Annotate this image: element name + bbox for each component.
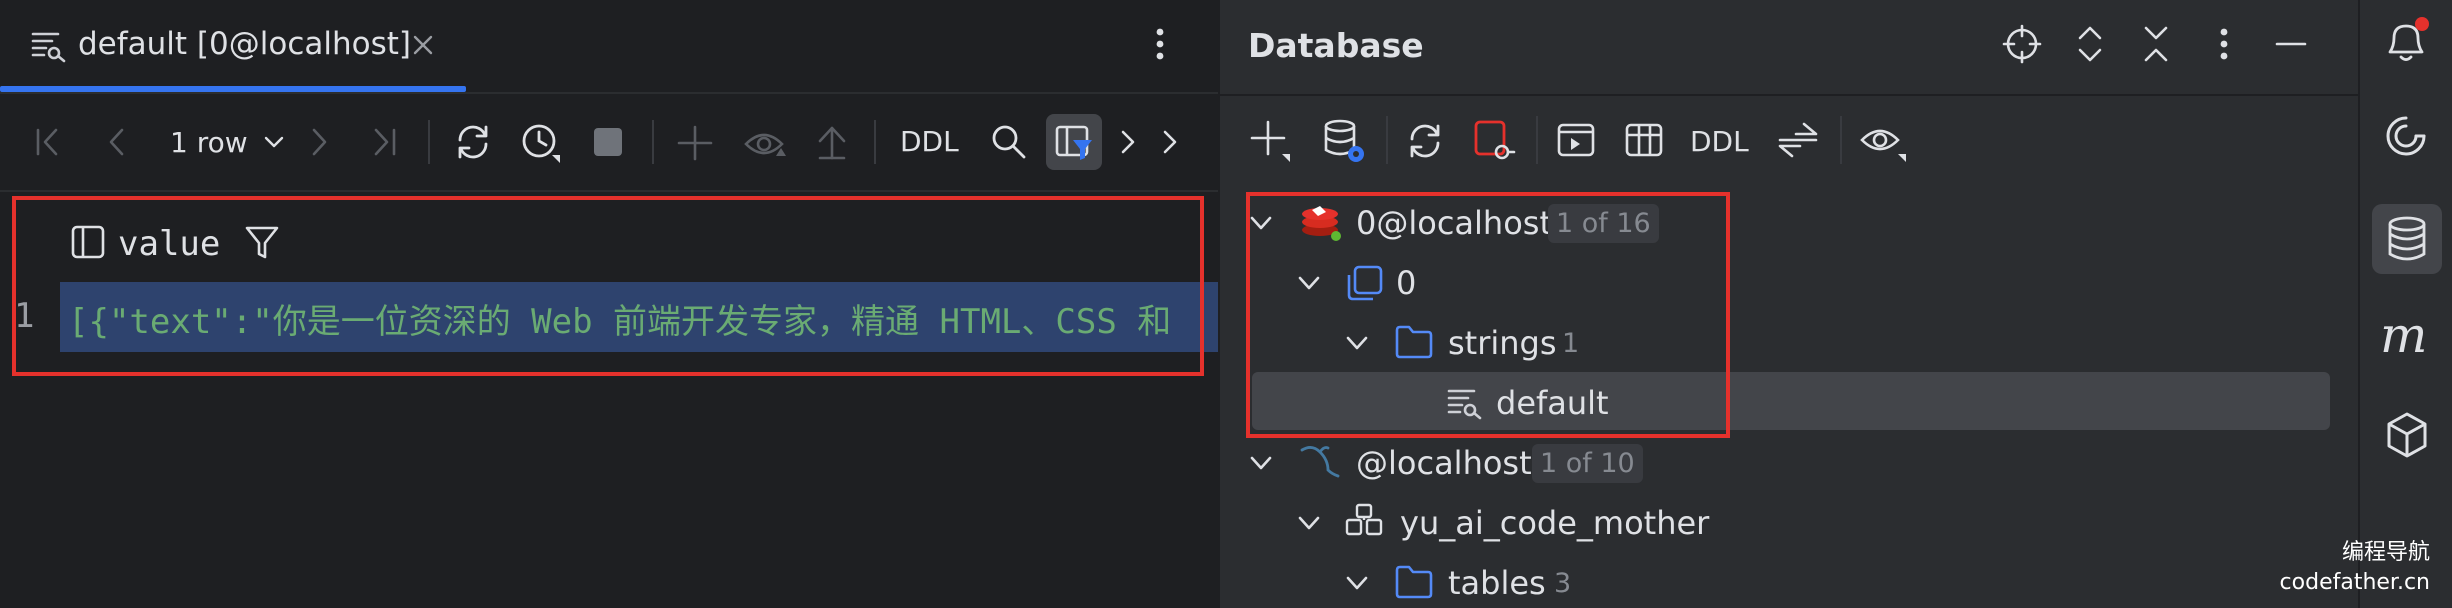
tree-item-count: 1	[1562, 328, 1580, 359]
tree-item-label[interactable]: 0@localhost	[1356, 204, 1552, 242]
filter-icon[interactable]	[244, 224, 280, 260]
more-options-icon[interactable]	[2214, 24, 2234, 64]
previous-page-icon[interactable]	[100, 125, 134, 159]
last-page-icon[interactable]	[366, 125, 400, 159]
schema-icon	[1344, 502, 1386, 542]
search-icon[interactable]	[990, 123, 1028, 161]
folder-icon	[1394, 564, 1434, 600]
more-options-icon[interactable]	[1150, 24, 1170, 64]
gradle-icon[interactable]	[2382, 410, 2432, 460]
divider	[1220, 94, 2360, 96]
close-icon[interactable]	[410, 32, 436, 58]
watermark-line: codefather.cn	[2279, 570, 2430, 595]
minimize-icon[interactable]	[2274, 30, 2308, 58]
tree-item-label[interactable]: tables	[1448, 564, 1546, 602]
chevron-down-icon[interactable]	[1296, 270, 1322, 296]
stop-icon[interactable]	[592, 126, 624, 158]
toolbar-separator	[1386, 116, 1388, 164]
watermark: 编程导航 codefather.cn	[2280, 538, 2430, 598]
mysql-icon	[1298, 440, 1344, 484]
data-source-properties-icon[interactable]	[1322, 118, 1366, 164]
tree-item-label[interactable]: @localhost	[1356, 444, 1532, 482]
editor-tab[interactable]: default [0@localhost]	[0, 0, 466, 92]
ai-assistant-icon[interactable]	[2382, 112, 2430, 160]
tree-item-label[interactable]: 0	[1396, 264, 1416, 302]
tree-item-badge: 1 of 10	[1532, 444, 1643, 483]
refresh-icon[interactable]	[452, 121, 494, 163]
chevron-down-icon[interactable]	[1248, 450, 1274, 476]
add-icon[interactable]	[1250, 118, 1294, 164]
rows-per-page-dropdown[interactable]: 1 row	[170, 122, 286, 162]
query-console-icon[interactable]	[1556, 120, 1596, 160]
tree-item-count: 3	[1554, 568, 1572, 599]
key-value-icon	[30, 27, 66, 63]
collapse-all-icon[interactable]	[2138, 22, 2174, 66]
tree-item-badge: 1 of 16	[1548, 204, 1659, 243]
tab-title: default [0@localhost]	[78, 26, 411, 62]
preview-changes-icon[interactable]	[744, 124, 788, 164]
ddl-button[interactable]: DDL	[900, 125, 959, 158]
panel-title: Database	[1248, 26, 1424, 65]
toolbar-separator	[874, 120, 876, 164]
database-icon	[2385, 216, 2429, 262]
toolbar-separator	[428, 120, 430, 164]
redis-icon	[1300, 202, 1346, 244]
chevron-down-icon[interactable]	[1296, 510, 1322, 536]
add-row-icon[interactable]	[676, 124, 714, 162]
disconnect-icon[interactable]	[1472, 118, 1516, 164]
toolbar-separator	[652, 120, 654, 164]
cell-value[interactable]: [{"text":"你是一位资深的 Web 前端开发专家，精通 HTML、CSS…	[68, 294, 1218, 344]
editor-panel: default [0@localhost] 1 row DDL value 1 …	[0, 0, 1218, 608]
filter-grid-icon	[1054, 122, 1094, 162]
expand-all-icon[interactable]	[2072, 22, 2108, 66]
refresh-icon[interactable]	[1404, 120, 1446, 162]
submit-icon[interactable]	[814, 123, 850, 163]
row-number: 1	[14, 296, 35, 336]
notifications-icon[interactable]	[2382, 16, 2434, 66]
editor-empty-area	[0, 352, 1218, 608]
filter-view-toggle[interactable]	[1046, 114, 1102, 170]
cell-value-text: [{"text":"你是一位资深的 Web 前端开发专家，精通 HTML、CSS…	[68, 302, 1172, 342]
watermark-line: 编程导航	[2341, 540, 2430, 565]
maven-icon[interactable]: m	[2380, 306, 2427, 364]
database-icon	[1346, 264, 1384, 302]
key-icon	[1446, 384, 1482, 420]
chevron-right-icon[interactable]	[1116, 128, 1140, 156]
folder-icon	[1394, 324, 1434, 360]
column-panel-icon[interactable]	[70, 224, 106, 260]
chevron-down-icon[interactable]	[1344, 570, 1370, 596]
active-tab-indicator	[0, 86, 466, 92]
ddl-button[interactable]: DDL	[1690, 125, 1749, 158]
tree-item-label[interactable]: yu_ai_code_mother	[1400, 504, 1709, 542]
tree-item-selected[interactable]	[1252, 372, 2330, 430]
tree-item-label[interactable]: default	[1496, 384, 1609, 422]
next-page-icon[interactable]	[302, 125, 336, 159]
chevron-down-icon[interactable]	[1248, 210, 1274, 236]
chevron-right-icon[interactable]	[1158, 128, 1182, 156]
toolbar-separator	[1536, 116, 1538, 164]
tool-window-strip: m	[2358, 0, 2452, 608]
chevron-down-icon	[262, 130, 286, 154]
toolbar-separator	[1840, 116, 1842, 164]
first-page-icon[interactable]	[32, 125, 66, 159]
rows-label: 1 row	[170, 125, 248, 159]
history-icon[interactable]	[520, 121, 564, 165]
table-view-icon[interactable]	[1624, 120, 1664, 160]
view-options-icon[interactable]	[1860, 120, 1908, 164]
column-header-value[interactable]: value	[118, 224, 220, 264]
database-tool-button[interactable]	[2372, 204, 2442, 274]
compare-icon[interactable]	[1776, 118, 1820, 162]
locate-icon[interactable]	[2002, 24, 2042, 64]
chevron-down-icon[interactable]	[1344, 330, 1370, 356]
database-panel: Database DDL 0@localhost 1 of 16 0 strin…	[1218, 0, 2360, 608]
tree-item-label[interactable]: strings	[1448, 324, 1557, 362]
